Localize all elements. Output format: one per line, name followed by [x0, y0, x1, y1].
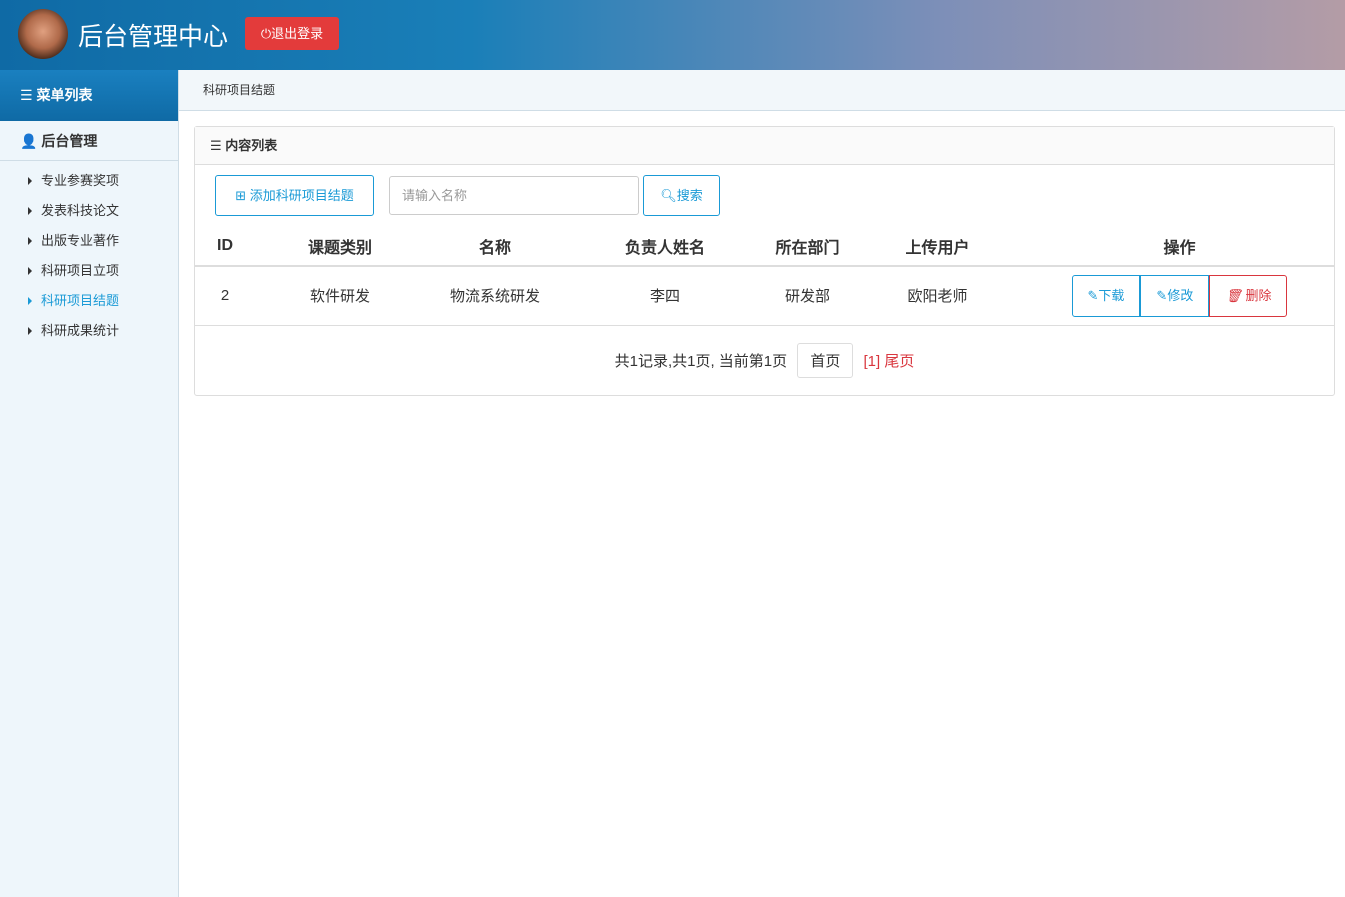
- user-icon: 👤: [20, 133, 38, 149]
- pagination: 共1记录,共1页, 当前第1页 首页 [1] 尾页: [195, 343, 1334, 378]
- caret-right-icon: [28, 267, 32, 275]
- caret-right-icon: [28, 177, 32, 185]
- cell-uploader: 欧阳老师: [850, 266, 1025, 326]
- col-name: 名称: [425, 227, 565, 267]
- avatar: [18, 9, 68, 59]
- power-icon: ⏻: [260, 26, 272, 41]
- caret-right-icon: [28, 207, 32, 215]
- cell-name: 物流系统研发: [425, 266, 565, 326]
- current-page[interactable]: [1]: [864, 353, 881, 370]
- pager-summary: 共1记录,共1页, 当前第1页: [614, 353, 788, 370]
- sidebar-item-awards[interactable]: 专业参赛奖项: [0, 166, 178, 196]
- delete-button[interactable]: 🗑︎ 删除: [1209, 274, 1288, 317]
- sidebar-item-project-close[interactable]: 科研项目结题: [0, 286, 178, 316]
- cell-actions: ✎下载 ✎修改 🗑︎ 删除: [1025, 266, 1334, 326]
- sidebar-item-papers[interactable]: 发表科技论文: [0, 196, 178, 226]
- cell-category: 软件研发: [255, 266, 425, 326]
- sidebar-item-project-start[interactable]: 科研项目立项: [0, 256, 178, 286]
- search-input[interactable]: 请输入名称: [389, 176, 639, 215]
- table-row: 2 软件研发 物流系统研发 李四 研发部 欧阳老师 ✎下载 ✎修改 🗑︎ 删除: [195, 266, 1334, 326]
- app-title: 后台管理中心: [78, 23, 229, 51]
- sidebar-item-stats[interactable]: 科研成果统计: [0, 316, 178, 346]
- search-icon: 🔍︎: [660, 188, 677, 203]
- cell-leader: 李四: [565, 266, 765, 326]
- header: 后台管理中心 ⏻退出登录: [0, 0, 1345, 70]
- caret-right-icon: [28, 237, 32, 245]
- caret-right-icon: [28, 327, 32, 335]
- search-button[interactable]: 🔍︎搜索: [643, 175, 720, 216]
- breadcrumb: 科研项目结题: [179, 70, 1345, 111]
- sidebar-group[interactable]: 👤 后台管理: [0, 121, 178, 161]
- plus-square-icon: ⊞: [235, 188, 250, 203]
- trash-icon: 🗑︎: [1225, 287, 1246, 303]
- edit-icon: ✎: [1156, 287, 1168, 303]
- download-button[interactable]: ✎下载: [1071, 274, 1141, 317]
- col-id: ID: [195, 227, 255, 267]
- cell-id: 2: [195, 266, 255, 326]
- col-dept: 所在部门: [765, 227, 850, 267]
- content-panel: ☰ 内容列表 ⊞ 添加科研项目结题 请输入名称 🔍︎搜索 ID 课题类别 名称 …: [194, 126, 1335, 396]
- add-button[interactable]: ⊞ 添加科研项目结题: [215, 175, 374, 216]
- cell-dept: 研发部: [765, 266, 850, 326]
- edit-icon: ✎: [1087, 287, 1099, 303]
- col-category: 课题类别: [255, 227, 425, 267]
- sidebar: ☰ 菜单列表 👤 后台管理 专业参赛奖项 发表科技论文 出版专业著作 科研项目立…: [0, 70, 179, 897]
- list-icon: ☰: [210, 138, 226, 153]
- list-icon: ☰: [20, 87, 37, 103]
- menu-header: ☰ 菜单列表: [0, 70, 178, 121]
- last-page-button[interactable]: 尾页: [884, 353, 914, 370]
- logout-button[interactable]: ⏻退出登录: [245, 17, 339, 50]
- sidebar-item-books[interactable]: 出版专业著作: [0, 226, 178, 256]
- col-leader: 负责人姓名: [565, 227, 765, 267]
- first-page-button[interactable]: 首页: [797, 343, 854, 378]
- panel-title: ☰ 内容列表: [195, 127, 1334, 165]
- col-actions: 操作: [1025, 227, 1334, 267]
- data-table: ID 课题类别 名称 负责人姓名 所在部门 上传用户 操作 2 软件研发 物流系…: [195, 227, 1334, 326]
- table-header: ID 课题类别 名称 负责人姓名 所在部门 上传用户 操作: [195, 227, 1334, 267]
- col-uploader: 上传用户: [850, 227, 1025, 267]
- edit-button[interactable]: ✎修改: [1140, 274, 1210, 317]
- caret-right-icon: [28, 297, 32, 305]
